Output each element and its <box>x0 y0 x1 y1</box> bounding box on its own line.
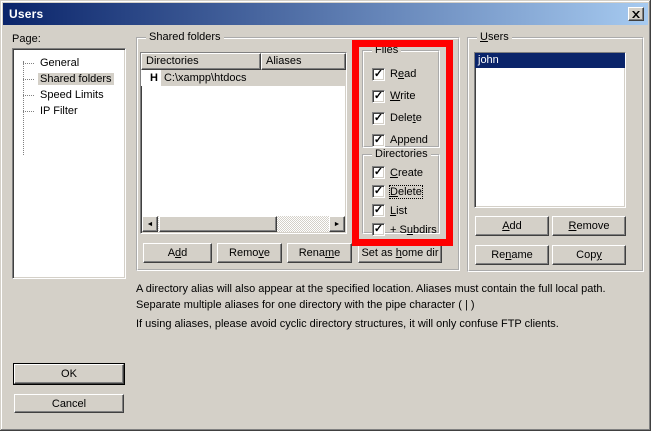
titlebar[interactable]: Users <box>3 3 648 25</box>
checkbox-checked-icon: ✓ <box>372 68 385 81</box>
directories-permissions-group: Directories ✓ Create ✓ Delete ✓ List ✓ +… <box>362 154 440 234</box>
checkbox-checked-icon: ✓ <box>372 204 385 217</box>
checkbox-dirs-create[interactable]: ✓ Create <box>372 163 438 182</box>
cyclic-note-text: If using aliases, please avoid cyclic di… <box>136 316 632 332</box>
window-title: Users <box>9 7 43 21</box>
files-permissions-group: Files ✓ Read ✓ Write ✓ Delete ✓ Append <box>362 50 440 148</box>
folder-add-button[interactable]: Add <box>143 243 212 263</box>
page-list[interactable]: General Shared folders Speed Limits IP F… <box>12 48 126 279</box>
checkbox-checked-icon: ✓ <box>372 134 385 147</box>
checkbox-files-write[interactable]: ✓ Write <box>372 85 438 107</box>
directory-path: C:\xampp\htdocs <box>161 70 346 86</box>
shared-folders-group-label: Shared folders <box>146 31 224 44</box>
scrollbar-track[interactable] <box>277 216 329 232</box>
close-button[interactable] <box>628 7 644 21</box>
column-header-aliases[interactable]: Aliases <box>261 53 346 70</box>
listview-header: Directories Aliases <box>141 53 346 70</box>
checkbox-checked-icon: ✓ <box>372 90 385 103</box>
home-dir-marker: H <box>141 70 161 86</box>
directory-row[interactable]: H C:\xampp\htdocs <box>141 70 346 86</box>
checkbox-files-delete[interactable]: ✓ Delete <box>372 107 438 129</box>
scrollbar-thumb[interactable] <box>159 216 277 232</box>
scroll-left-arrow-icon[interactable]: ◄ <box>142 216 158 232</box>
checkbox-checked-icon: ✓ <box>372 166 385 179</box>
folder-rename-button[interactable]: Rename <box>287 243 352 263</box>
directories-group-label: Directories <box>372 148 431 161</box>
user-copy-button[interactable]: Copy <box>552 245 626 265</box>
horizontal-scrollbar[interactable]: ◄ ► <box>142 216 345 232</box>
user-rename-button[interactable]: Rename <box>475 245 549 265</box>
checkbox-files-read[interactable]: ✓ Read <box>372 63 438 85</box>
users-dialog: Users Page: General Shared folders Speed… <box>0 0 651 431</box>
users-list[interactable]: john <box>474 52 626 208</box>
page-label: Page: <box>12 33 41 45</box>
page-item-shared-folders[interactable]: Shared folders <box>13 71 125 87</box>
set-as-home-dir-button[interactable]: Set as home dir <box>358 243 442 263</box>
checkbox-dirs-delete[interactable]: ✓ Delete <box>372 182 438 201</box>
close-icon <box>632 11 640 18</box>
users-group-label: Users <box>477 31 512 44</box>
folder-remove-button[interactable]: Remove <box>217 243 282 263</box>
column-header-directories[interactable]: Directories <box>141 53 261 70</box>
checkbox-checked-icon: ✓ <box>372 185 385 198</box>
page-item-ip-filter[interactable]: IP Filter <box>13 103 125 119</box>
user-list-item[interactable]: john <box>475 53 625 68</box>
checkbox-checked-icon: ✓ <box>372 112 385 125</box>
checkbox-checked-icon: ✓ <box>372 223 385 236</box>
alias-note-text: A directory alias will also appear at th… <box>136 281 632 313</box>
cancel-button[interactable]: Cancel <box>14 394 124 413</box>
scroll-right-arrow-icon[interactable]: ► <box>329 216 345 232</box>
user-add-button[interactable]: Add <box>475 216 549 236</box>
page-item-general[interactable]: General <box>13 55 125 71</box>
checkbox-dirs-list[interactable]: ✓ List <box>372 201 438 220</box>
files-group-label: Files <box>372 44 401 57</box>
ok-button[interactable]: OK <box>13 363 125 385</box>
checkbox-dirs-subdirs[interactable]: ✓ + Subdirs <box>372 220 438 239</box>
page-item-speed-limits[interactable]: Speed Limits <box>13 87 125 103</box>
user-remove-button[interactable]: Remove <box>552 216 626 236</box>
directories-listview[interactable]: Directories Aliases H C:\xampp\htdocs ◄ … <box>140 52 347 234</box>
